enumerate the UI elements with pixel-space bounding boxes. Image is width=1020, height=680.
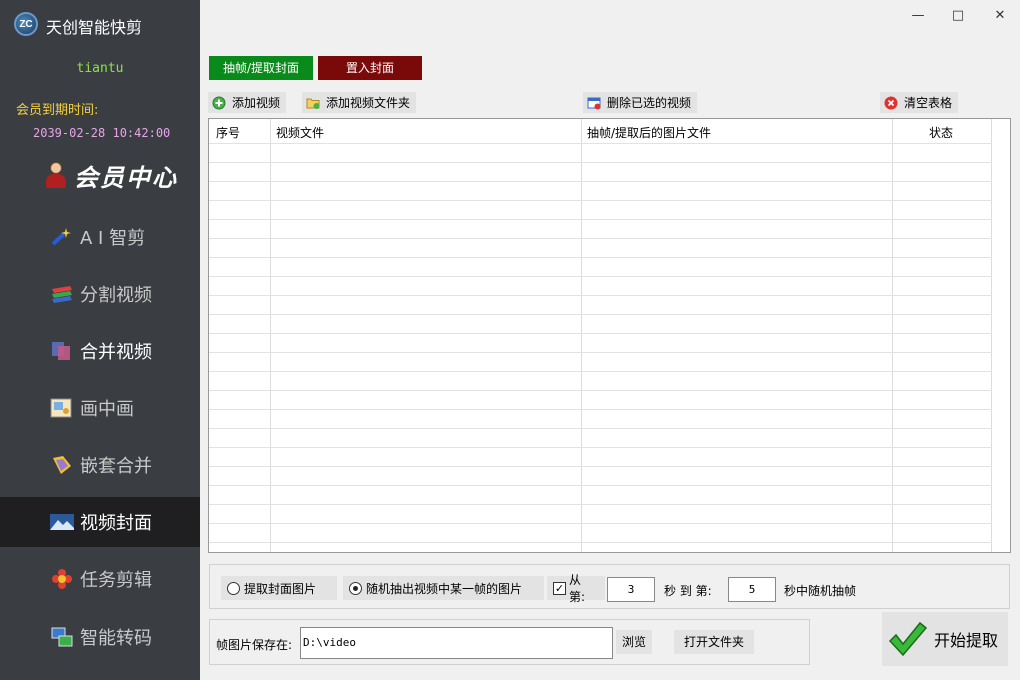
magic-wand-icon	[50, 226, 74, 248]
nested-box-icon	[50, 454, 74, 476]
extract-options-panel: 提取封面图片 随机抽出视频中某一帧的图片 ✓ 从第: 3 秒 到 第: 5 秒中…	[209, 564, 1010, 609]
radio-extract-cover[interactable]	[227, 581, 240, 595]
clear-table-label: 清空表格	[904, 96, 953, 110]
split-layers-icon	[50, 283, 74, 305]
add-circle-icon	[212, 96, 226, 110]
nav-ai-edit[interactable]: A I 智剪	[0, 212, 200, 262]
nav-ai-edit-label: A I 智剪	[80, 228, 146, 249]
add-video-label: 添加视频	[232, 96, 281, 110]
column-header-output-file[interactable]: 抽帧/提取后的图片文件	[587, 124, 711, 141]
table-header: 序号 视频文件 抽帧/提取后的图片文件 状态	[209, 119, 992, 143]
nav-smart-transcode[interactable]: 智能转码	[0, 612, 200, 662]
random-frame-radio[interactable]: 随机抽出视频中某一帧的图片	[343, 576, 544, 600]
save-path-input[interactable]: D:\video	[300, 627, 613, 659]
random-suffix-label: 秒中随机抽帧	[784, 584, 857, 598]
clear-table-button[interactable]: 清空表格	[880, 92, 959, 113]
picture-in-picture-icon	[50, 397, 74, 419]
app-title: 天创智能快剪	[46, 20, 143, 37]
nav-nest-merge[interactable]: 嵌套合并	[0, 440, 200, 490]
nav-split-video-label: 分割视频	[80, 285, 152, 306]
expire-value: 2039-02-28 10:42:00	[33, 126, 171, 140]
landscape-image-icon	[50, 511, 74, 533]
green-check-icon	[886, 619, 928, 659]
range-check-icon[interactable]: ✓	[553, 581, 566, 595]
video-table[interactable]: 序号 视频文件 抽帧/提取后的图片文件 状态	[208, 118, 1011, 553]
folder-add-icon	[306, 96, 320, 110]
sec-to-label: 秒 到 第:	[664, 584, 712, 598]
transcode-monitors-icon	[50, 626, 74, 648]
save-path-label: 帧图片保存在:	[216, 638, 293, 652]
nav-task-edit[interactable]: 任务剪辑	[0, 554, 200, 604]
start-extract-button[interactable]: 开始提取	[882, 612, 1008, 666]
nav-video-cover[interactable]: 视频封面	[0, 497, 200, 547]
column-header-status[interactable]: 状态	[929, 124, 953, 141]
radio-random-frame[interactable]	[349, 581, 362, 595]
tab-insert-cover[interactable]: 置入封面	[318, 56, 422, 80]
from-seconds-input[interactable]: 3	[607, 577, 655, 602]
nav-pip[interactable]: 画中画	[0, 383, 200, 433]
extract-cover-label: 提取封面图片	[244, 581, 317, 596]
member-avatar-icon	[42, 160, 70, 190]
username: tiantu	[76, 61, 124, 76]
add-video-button[interactable]: 添加视频	[208, 92, 287, 113]
delete-selected-button[interactable]: 删除已选的视频	[583, 92, 698, 113]
delete-window-icon	[587, 96, 601, 110]
from-label: 从第:	[568, 573, 586, 604]
expire-label: 会员到期时间:	[16, 103, 99, 118]
clear-x-icon	[884, 96, 898, 110]
app-logo-icon: ZC	[14, 12, 38, 36]
maximize-button[interactable]: □	[946, 6, 970, 26]
nav-nest-merge-label: 嵌套合并	[80, 456, 152, 477]
browse-button[interactable]: 浏览	[616, 630, 652, 654]
nav-merge-video[interactable]: 合并视频	[0, 326, 200, 376]
nav-task-edit-label: 任务剪辑	[80, 570, 152, 591]
open-folder-button[interactable]: 打开文件夹	[674, 630, 754, 654]
nav-pip-label: 画中画	[80, 399, 134, 420]
column-header-index[interactable]: 序号	[216, 124, 240, 141]
add-folder-label: 添加视频文件夹	[326, 96, 411, 110]
nav-video-cover-label: 视频封面	[80, 513, 152, 534]
delete-selected-label: 删除已选的视频	[607, 96, 692, 110]
to-seconds-input[interactable]: 5	[728, 577, 776, 602]
sidebar: ZC 天创智能快剪 tiantu 会员到期时间: 2039-02-28 10:4…	[0, 0, 200, 680]
nav-split-video[interactable]: 分割视频	[0, 269, 200, 319]
member-center-label: 会员中心	[74, 162, 178, 192]
tab-extract-cover[interactable]: 抽帧/提取封面	[209, 56, 313, 80]
nav-smart-transcode-label: 智能转码	[80, 628, 152, 649]
minimize-button[interactable]: —	[906, 6, 930, 26]
add-folder-button[interactable]: 添加视频文件夹	[302, 92, 417, 113]
member-center-button[interactable]: 会员中心	[42, 158, 178, 192]
flower-icon	[50, 568, 74, 590]
nav-merge-video-label: 合并视频	[80, 342, 152, 363]
start-extract-label: 开始提取	[934, 631, 999, 650]
column-header-video-file[interactable]: 视频文件	[276, 124, 324, 141]
random-frame-label: 随机抽出视频中某一帧的图片	[366, 581, 523, 596]
extract-cover-radio[interactable]: 提取封面图片	[221, 576, 337, 600]
merge-frames-icon	[50, 340, 74, 362]
close-button[interactable]: ✕	[988, 6, 1012, 26]
range-checkbox[interactable]: ✓ 从第:	[547, 573, 605, 604]
